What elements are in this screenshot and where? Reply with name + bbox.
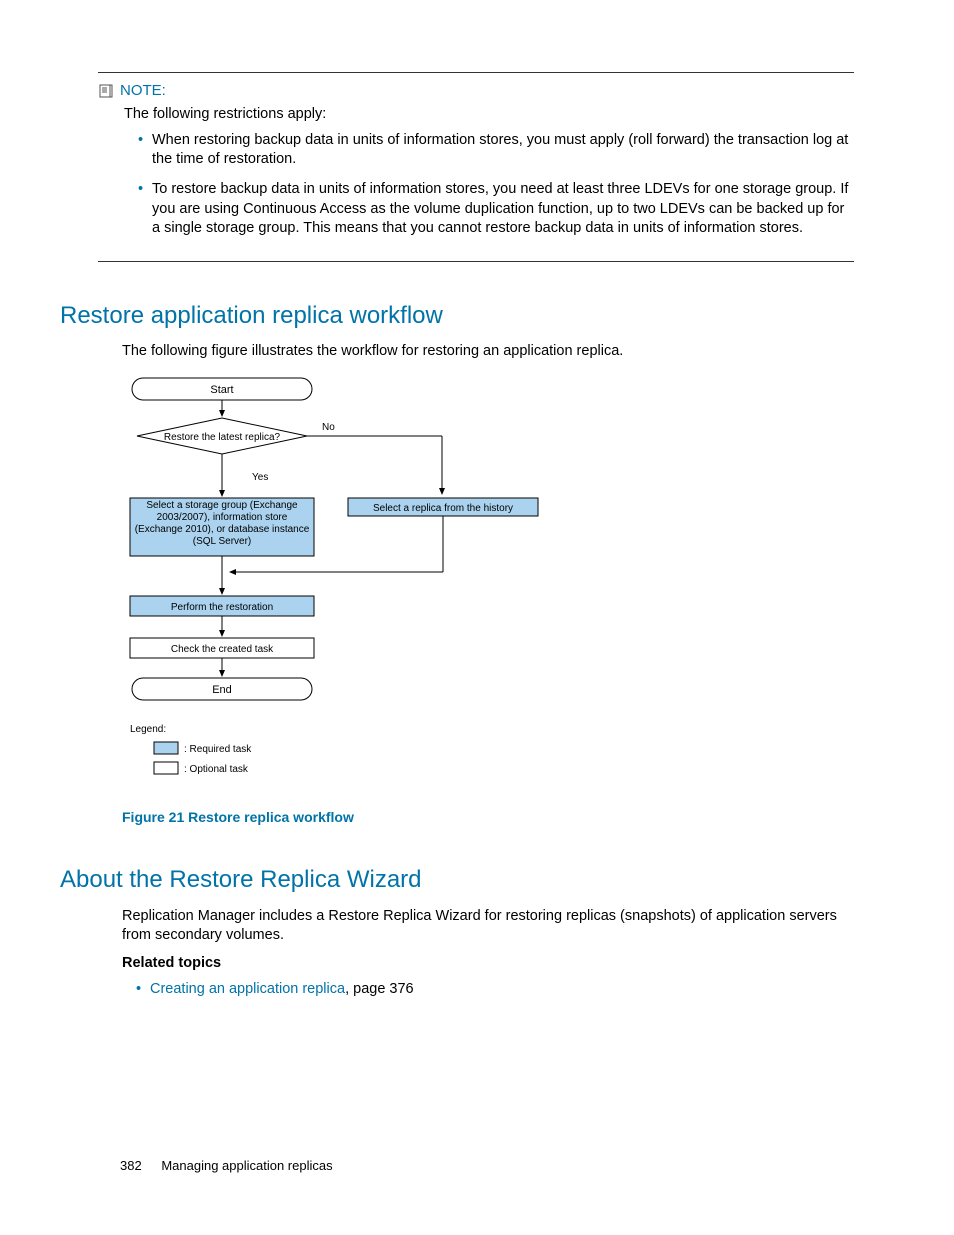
footer-chapter: Managing application replicas	[161, 1158, 332, 1173]
flow-end: End	[212, 684, 232, 696]
note-icon	[98, 83, 114, 99]
related-topics-list: Creating an application replica, page 37…	[122, 980, 854, 1000]
section-heading-workflow: Restore application replica workflow	[60, 300, 854, 332]
flow-check: Check the created task	[171, 644, 274, 655]
wizard-body-text: Replication Manager includes a Restore R…	[122, 907, 854, 946]
note-header: NOTE:	[98, 81, 854, 101]
related-topics-head: Related topics	[122, 954, 854, 974]
flow-left-box: Select a storage group (Exchange 2003/20…	[134, 500, 310, 548]
flow-start: Start	[210, 384, 233, 396]
section-heading-wizard: About the Restore Replica Wizard	[60, 864, 854, 896]
flow-legend-required: : Required task	[184, 744, 252, 755]
note-bullet: When restoring backup data in units of i…	[138, 131, 854, 170]
note-label: NOTE:	[120, 81, 166, 101]
figure-workflow: Start Restore the latest replica? No Yes…	[122, 372, 854, 827]
related-link[interactable]: Creating an application replica	[150, 981, 345, 997]
page-footer: 382 Managing application replicas	[120, 1157, 333, 1175]
flow-yes-label: Yes	[252, 472, 268, 483]
note-bullet-list: When restoring backup data in units of i…	[124, 131, 854, 239]
document-page: NOTE: The following restrictions apply: …	[0, 0, 954, 1235]
section-body-wizard: Replication Manager includes a Restore R…	[122, 907, 854, 999]
flow-decision: Restore the latest replica?	[164, 432, 281, 443]
section-body-workflow: The following figure illustrates the wor…	[122, 342, 854, 826]
figure-caption: Figure 21 Restore replica workflow	[122, 808, 854, 827]
related-topic-item: Creating an application replica, page 37…	[136, 980, 854, 1000]
flow-no-label: No	[322, 422, 335, 433]
flow-perform: Perform the restoration	[171, 602, 273, 613]
flow-legend-optional: : Optional task	[184, 764, 249, 775]
note-body: The following restrictions apply: When r…	[124, 105, 854, 238]
flowchart-svg: Start Restore the latest replica? No Yes…	[122, 372, 562, 802]
note-bullet: To restore backup data in units of infor…	[138, 180, 854, 239]
note-block: NOTE: The following restrictions apply: …	[98, 72, 854, 262]
related-link-suffix: , page 376	[345, 981, 414, 997]
flow-legend-title: Legend:	[130, 724, 166, 735]
flow-right-box: Select a replica from the history	[373, 503, 513, 514]
section-intro: The following figure illustrates the wor…	[122, 342, 854, 362]
footer-page-number: 382	[120, 1158, 142, 1173]
note-intro: The following restrictions apply:	[124, 105, 854, 125]
